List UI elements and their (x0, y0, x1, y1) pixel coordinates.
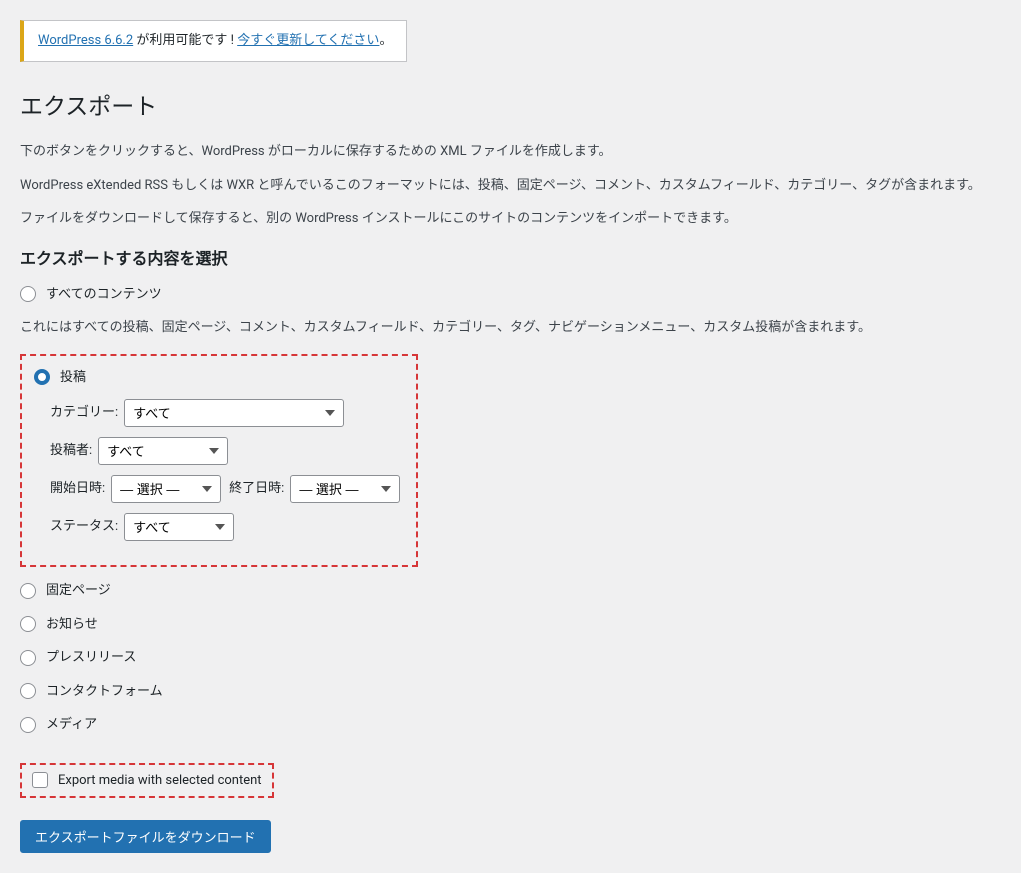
option-news-radio[interactable] (20, 616, 36, 632)
option-posts-label[interactable]: 投稿 (60, 368, 86, 388)
option-contact-radio[interactable] (20, 683, 36, 699)
option-press-radio[interactable] (20, 650, 36, 666)
intro-paragraph-3: ファイルをダウンロードして保存すると、別の WordPress インストールにこ… (20, 209, 1001, 229)
option-all-content-radio[interactable] (20, 286, 36, 302)
notice-text-2: 。 (379, 33, 392, 48)
option-contact-row: コンタクトフォーム (20, 682, 1001, 702)
author-field-row: 投稿者: すべて (50, 437, 404, 465)
enddate-label: 終了日時: (229, 479, 284, 499)
option-news-row: お知らせ (20, 615, 1001, 635)
option-pages-row: 固定ページ (20, 581, 1001, 601)
option-media-label[interactable]: メディア (46, 715, 97, 735)
update-now-link[interactable]: 今すぐ更新してください (237, 33, 379, 48)
status-select[interactable]: すべて (124, 513, 234, 541)
status-field-row: ステータス: すべて (50, 513, 404, 541)
startdate-label: 開始日時: (50, 479, 105, 499)
intro-paragraph-1: 下のボタンをクリックすると、WordPress がローカルに保存するための XM… (20, 142, 1001, 162)
option-press-label[interactable]: プレスリリース (46, 648, 136, 668)
intro-paragraph-2: WordPress eXtended RSS もしくは WXR と呼んでいるこの… (20, 176, 1001, 196)
page-title: エクスポート (20, 90, 1001, 125)
option-posts-radio[interactable] (34, 369, 50, 385)
posts-options-box: 投稿 カテゴリー: すべて 投稿者: すべて 開始日時: — 選択 — 終了日時… (20, 354, 418, 568)
section-title: エクスポートする内容を選択 (20, 247, 1001, 271)
category-field-row: カテゴリー: すべて (50, 399, 404, 427)
option-news-label[interactable]: お知らせ (46, 615, 98, 635)
category-select[interactable]: すべて (124, 399, 344, 427)
option-contact-label[interactable]: コンタクトフォーム (46, 682, 163, 702)
option-pages-radio[interactable] (20, 583, 36, 599)
wp-version-link[interactable]: WordPress 6.6.2 (38, 33, 133, 48)
enddate-select[interactable]: — 選択 — (290, 475, 400, 503)
status-label: ステータス: (50, 517, 118, 537)
option-pages-label[interactable]: 固定ページ (46, 581, 111, 601)
startdate-select[interactable]: — 選択 — (111, 475, 221, 503)
option-media-row: メディア (20, 715, 1001, 735)
download-button[interactable]: エクスポートファイルをダウンロード (20, 820, 271, 853)
option-press-row: プレスリリース (20, 648, 1001, 668)
author-label: 投稿者: (50, 441, 92, 461)
category-label: カテゴリー: (50, 403, 118, 423)
option-posts-row: 投稿 (34, 368, 404, 388)
option-all-content-desc: これにはすべての投稿、固定ページ、コメント、カスタムフィールド、カテゴリー、タグ… (20, 318, 1001, 338)
export-media-checkbox-row: Export media with selected content (20, 763, 274, 799)
export-media-checkbox-label[interactable]: Export media with selected content (58, 771, 262, 791)
option-all-content-label[interactable]: すべてのコンテンツ (46, 285, 162, 305)
update-notice: WordPress 6.6.2 が利用可能です ! 今すぐ更新してください。 (20, 20, 407, 62)
option-media-radio[interactable] (20, 717, 36, 733)
notice-text-1: が利用可能です ! (133, 33, 237, 48)
author-select[interactable]: すべて (98, 437, 228, 465)
date-field-row: 開始日時: — 選択 — 終了日時: — 選択 — (50, 475, 404, 503)
option-all-content-row: すべてのコンテンツ (20, 285, 1001, 305)
export-media-checkbox[interactable] (32, 772, 48, 788)
